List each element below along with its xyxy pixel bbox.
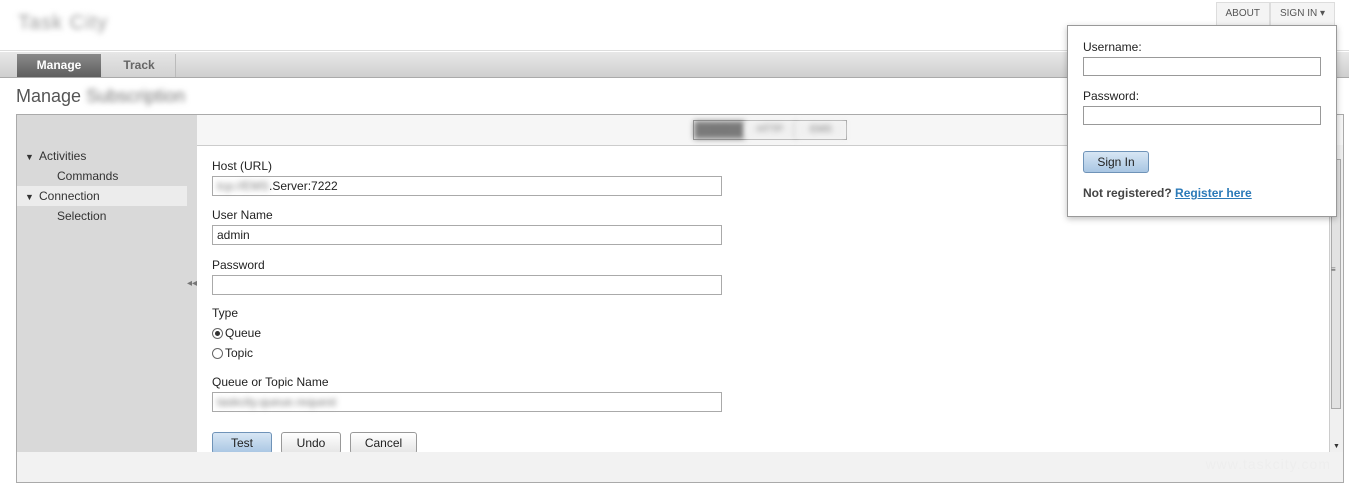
toggle-http[interactable]: HTTP: [745, 121, 796, 139]
user-name-label: User Name: [212, 208, 273, 222]
expand-arrow-icon[interactable]: ▼: [25, 147, 39, 167]
toggle-ems[interactable]: EMS: [796, 121, 846, 139]
host-value-blurred: tcp://EMS: [217, 179, 270, 193]
radio-queue-label: Queue: [225, 326, 262, 340]
radio-unchecked-icon[interactable]: [212, 347, 223, 359]
username-label: Username:: [1083, 40, 1142, 54]
sign-in-button[interactable]: Sign In: [1083, 151, 1149, 173]
app-logo: Task City: [18, 12, 109, 34]
scroll-grip-icon: ≡: [1331, 265, 1336, 274]
page-title-blurred: Subscription: [86, 86, 186, 106]
radio-queue[interactable]: Queue: [212, 326, 261, 340]
sidebar-item-label: Selection: [57, 209, 107, 223]
host-label: Host (URL): [212, 159, 273, 173]
about-link[interactable]: ABOUT: [1215, 2, 1270, 26]
sidebar-item-commands[interactable]: Commands: [57, 166, 187, 186]
register-link[interactable]: Register here: [1175, 186, 1252, 200]
not-registered-label: Not registered?: [1083, 186, 1172, 200]
host-field[interactable]: tcp://EMS.Server:7222: [212, 176, 722, 196]
collapse-sidebar-icon[interactable]: ◂◂: [187, 278, 197, 289]
sidebar-item-selection[interactable]: Selection: [57, 206, 187, 226]
sign-in-menu[interactable]: SIGN IN ▾: [1269, 2, 1335, 26]
radio-checked-icon[interactable]: [212, 327, 223, 339]
host-value: .Server:7222: [269, 179, 338, 193]
watermark: www.taskcity.com: [1205, 456, 1331, 472]
not-registered-text: Not registered? Register here: [1083, 186, 1252, 200]
radio-topic-label: Topic: [225, 346, 254, 360]
undo-button[interactable]: Undo: [281, 432, 341, 454]
user-name-field[interactable]: admin: [212, 225, 722, 245]
type-label: Type: [212, 306, 239, 320]
popup-password-input[interactable]: [1083, 106, 1321, 125]
password-field[interactable]: [212, 275, 722, 295]
page-title-prefix: Manage: [16, 86, 82, 106]
toggle-jms[interactable]: JMS: [694, 121, 745, 139]
queue-topic-label: Queue or Topic Name: [212, 375, 329, 389]
cancel-button[interactable]: Cancel: [350, 432, 417, 454]
top-links: ABOUT SIGN IN ▾: [1215, 2, 1335, 26]
tab-manage[interactable]: Manage: [17, 54, 101, 77]
sidebar-item-label: Activities: [39, 149, 87, 163]
popup-password-label: Password:: [1083, 89, 1140, 103]
sidebar-item-label: Connection: [39, 189, 100, 203]
sidebar-item-label: Commands: [57, 169, 119, 183]
queue-topic-value-blurred: taskcity.queue.request: [217, 395, 337, 409]
view-toggle-group: JMS HTTP EMS: [693, 120, 847, 140]
tab-track[interactable]: Track: [103, 54, 176, 77]
page-title: Manage Subscription: [16, 86, 185, 107]
footer: www.taskcity.com: [16, 452, 1344, 483]
password-label: Password: [212, 258, 265, 272]
radio-topic[interactable]: Topic: [212, 346, 253, 360]
sidebar-item-connection[interactable]: ▼ Connection: [17, 186, 187, 206]
sign-in-popup: Username: Password: Sign In Not register…: [1067, 25, 1337, 217]
username-input[interactable]: [1083, 57, 1321, 76]
test-button[interactable]: Test: [212, 432, 272, 454]
sidebar: ▼ Activities Commands ▼ Connection Selecti…: [17, 115, 197, 452]
expand-arrow-icon[interactable]: ▼: [25, 187, 39, 207]
sidebar-item-activities[interactable]: ▼ Activities: [25, 146, 187, 166]
queue-topic-field[interactable]: taskcity.queue.request: [212, 392, 722, 412]
scroll-down-icon[interactable]: ▼: [1333, 443, 1340, 450]
